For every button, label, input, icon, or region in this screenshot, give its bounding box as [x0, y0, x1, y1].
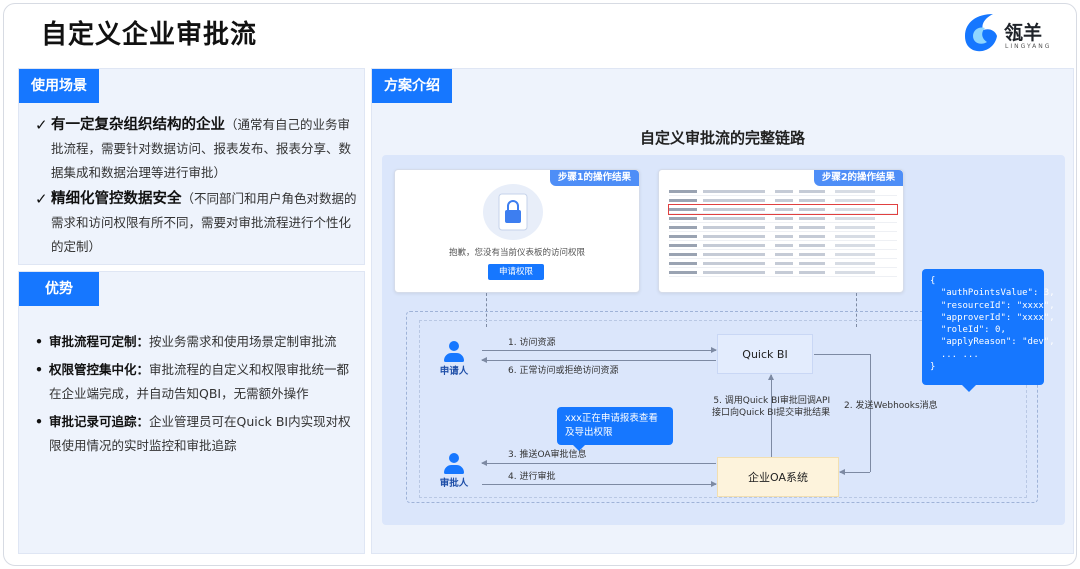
bullet-icon: • [35, 334, 43, 349]
arrow-approve [482, 481, 717, 487]
step1-screenshot: 步骤1的操作结果 抱歉，您没有当前仪表板的访问权限 申请权限 [394, 169, 640, 293]
scene-panel: 使用场景 ✓ 有一定复杂组织结构的企业（通常有自己的业务审批流程，需要针对数据访… [18, 68, 365, 265]
diagram-title: 自定义审批流的完整链路 [639, 129, 805, 147]
arrow-push-oa [481, 460, 716, 466]
advantage-item: • 审批流程可定制：按业务需求和使用场景定制审批流 [33, 330, 355, 354]
arrow-label-4: 4. 进行审批 [508, 472, 556, 482]
scene-item: ✓ 精细化管控数据安全（不同部门和用户角色对数据的需求和访问权限有所不同，需要对… [35, 187, 357, 259]
table-row-highlighted [668, 204, 898, 215]
table-row [669, 223, 897, 232]
webhook-arrow [839, 469, 870, 475]
plan-heading: 方案介绍 [372, 69, 452, 103]
table-row [669, 250, 897, 259]
scene-item-highlight: 有一定复杂组织结构的企业 [51, 117, 225, 133]
lock-illustration [483, 184, 543, 240]
advantage-item-highlight: 审批流程可定制： [49, 334, 150, 349]
arrow-label-5-line1: 5. 调用Quick BI审批回调API [713, 396, 831, 406]
scene-item: ✓ 有一定复杂组织结构的企业（通常有自己的业务审批流程，需要针对数据访问、报表发… [35, 113, 357, 185]
arrow-label-6: 6. 正常访问或拒绝访问资源 [508, 366, 619, 376]
approval-list-table [668, 187, 898, 277]
lock-icon [498, 193, 528, 231]
table-row [669, 196, 897, 205]
check-icon: ✓ [35, 190, 48, 208]
bullet-icon: • [35, 362, 43, 377]
advantage-item-highlight: 权限管控集中化： [49, 362, 150, 377]
arrow-label-1: 1. 访问资源 [508, 338, 556, 348]
brand-logo: 瓴羊 LINGYANG [959, 10, 1059, 56]
arrow-label-5: 5. 调用Quick BI审批回调API 接口向Quick BI提交审批结果 [712, 395, 830, 419]
table-row [669, 259, 897, 268]
table-row [669, 268, 897, 277]
quick-bi-box: Quick BI [717, 334, 813, 374]
scene-list: ✓ 有一定复杂组织结构的企业（通常有自己的业务审批流程，需要针对数据访问、报表发… [35, 113, 357, 261]
arrow-access-resource [482, 347, 717, 353]
scene-heading: 使用场景 [19, 69, 99, 103]
approver-actor: 审批人 [434, 453, 474, 489]
notification-bubble: xxx正在申请报表查看及导出权限 [557, 407, 673, 451]
lingyang-logo-icon [965, 14, 997, 52]
advantage-item-detail: 按业务需求和使用场景定制审批流 [149, 334, 337, 349]
webhook-line-vertical [870, 354, 871, 472]
step2-tag: 步骤2的操作结果 [813, 170, 903, 186]
user-icon-body [444, 353, 464, 362]
table-row [669, 187, 897, 196]
user-icon [449, 453, 459, 463]
bullet-icon: • [35, 414, 43, 429]
table-row [669, 241, 897, 250]
table-row [669, 232, 897, 241]
arrow-access-result [481, 357, 716, 363]
step2-screenshot: 步骤2的操作结果 [658, 169, 904, 293]
oa-system-box: 企业OA系统 [717, 457, 839, 497]
logo-subtext: LINGYANG [1005, 43, 1052, 50]
table-row [669, 214, 897, 223]
advantage-list: • 审批流程可定制：按业务需求和使用场景定制审批流 • 权限管控集中化：审批流程… [33, 330, 355, 462]
arrow-label-5-line2: 接口向Quick BI提交审批结果 [712, 408, 831, 418]
advantage-item: • 权限管控集中化：审批流程的自定义和权限审批统一都在企业端完成，并自动告知QB… [33, 358, 355, 406]
page-title: 自定义企业审批流 [41, 20, 258, 50]
applicant-label: 申请人 [439, 366, 469, 377]
user-icon-body [444, 465, 464, 474]
deny-message: 抱歉，您没有当前仪表板的访问权限 [448, 248, 585, 258]
applicant-actor: 申请人 [434, 341, 474, 377]
user-icon [449, 341, 459, 351]
approver-label: 审批人 [439, 478, 469, 489]
check-icon: ✓ [35, 116, 48, 134]
scene-item-highlight: 精细化管控数据安全 [51, 191, 182, 207]
slide: 自定义企业审批流 瓴羊 LINGYANG 使用场景 ✓ 有一定复杂组织结构的企业… [3, 3, 1077, 566]
step1-tag: 步骤1的操作结果 [549, 170, 639, 186]
webhook-json-payload: { "authPointsValue": 3, "resourceId": "x… [922, 269, 1055, 392]
webhook-line-top [814, 354, 870, 355]
advantage-panel: 优势 • 审批流程可定制：按业务需求和使用场景定制审批流 • 权限管控集中化：审… [18, 271, 365, 554]
arrow-label-2: 2. 发送Webhooks消息 [844, 401, 938, 411]
advantage-item: • 审批记录可追踪：企业管理员可在Quick BI内实现对权限使用情况的实时监控… [33, 410, 355, 458]
logo-text: 瓴羊 [1004, 22, 1043, 44]
advantage-heading: 优势 [19, 272, 99, 306]
advantage-item-highlight: 审批记录可追踪： [49, 414, 150, 429]
apply-permission-button[interactable]: 申请权限 [488, 264, 544, 280]
